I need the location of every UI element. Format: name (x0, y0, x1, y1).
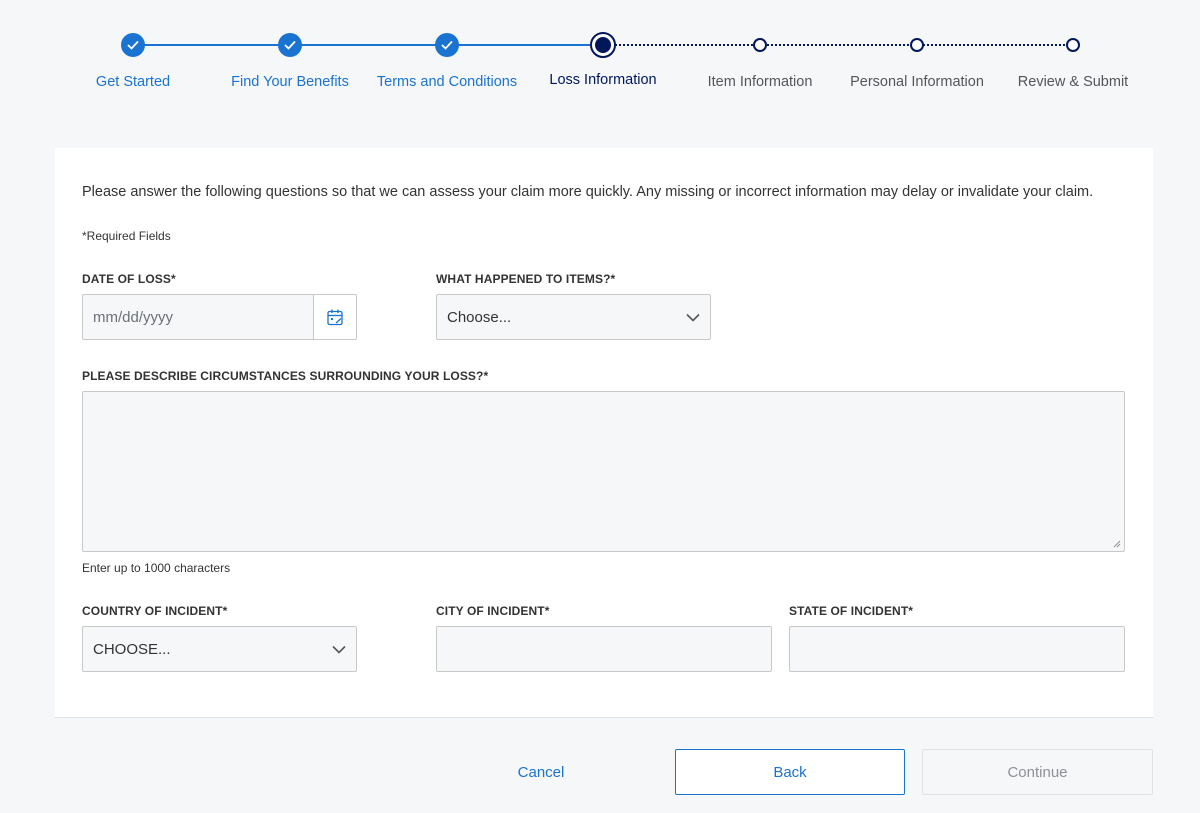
state-input[interactable] (789, 626, 1125, 672)
step-3-check-icon (435, 33, 459, 57)
date-of-loss-input[interactable] (82, 294, 314, 340)
character-limit-hint: Enter up to 1000 characters (82, 561, 231, 575)
city-input[interactable] (436, 626, 772, 672)
step-4-current-marker (590, 32, 616, 58)
step-loss-information: Loss Information (549, 72, 657, 88)
resize-grip-icon[interactable] (1113, 540, 1121, 548)
step-7-marker (1066, 38, 1080, 52)
stepper-track-complete (133, 44, 603, 46)
loss-information-form: Please answer the following questions so… (55, 148, 1153, 718)
calendar-icon (327, 309, 343, 325)
chevron-down-icon (686, 313, 700, 322)
form-intro-text: Please answer the following questions so… (82, 184, 1094, 200)
country-value: CHOOSE... (93, 640, 171, 658)
step-terms-and-conditions[interactable]: Terms and Conditions (377, 74, 517, 90)
stepper-track-remaining (603, 44, 1073, 46)
step-get-started[interactable]: Get Started (96, 74, 170, 90)
step-5-marker (753, 38, 767, 52)
state-label: STATE OF INCIDENT* (789, 604, 914, 618)
city-label: CITY OF INCIDENT* (436, 604, 550, 618)
chevron-down-icon (332, 645, 346, 654)
date-of-loss-label: DATE OF LOSS* (82, 272, 176, 286)
progress-stepper: Get Started Find Your Benefits Terms and… (0, 0, 1200, 110)
step-item-information: Item Information (707, 74, 813, 90)
step-review-and-submit: Review & Submit (1017, 74, 1129, 90)
required-fields-note: *Required Fields (82, 229, 171, 243)
date-picker-button[interactable] (313, 294, 357, 340)
step-2-check-icon (278, 33, 302, 57)
what-happened-label: WHAT HAPPENED TO ITEMS?* (436, 272, 616, 286)
country-select[interactable]: CHOOSE... (82, 626, 357, 672)
step-personal-information: Personal Information (850, 74, 984, 90)
circumstances-textarea[interactable] (82, 391, 1125, 552)
back-button[interactable]: Back (675, 749, 905, 795)
country-label: COUNTRY OF INCIDENT* (82, 604, 228, 618)
step-find-your-benefits[interactable]: Find Your Benefits (231, 74, 349, 90)
circumstances-label: PLEASE DESCRIBE CIRCUMSTANCES SURROUNDIN… (82, 369, 489, 383)
continue-button[interactable]: Continue (922, 749, 1153, 795)
what-happened-value: Choose... (447, 308, 512, 326)
step-6-marker (910, 38, 924, 52)
cancel-button[interactable]: Cancel (430, 749, 652, 795)
what-happened-select[interactable]: Choose... (436, 294, 711, 340)
step-1-check-icon (121, 33, 145, 57)
